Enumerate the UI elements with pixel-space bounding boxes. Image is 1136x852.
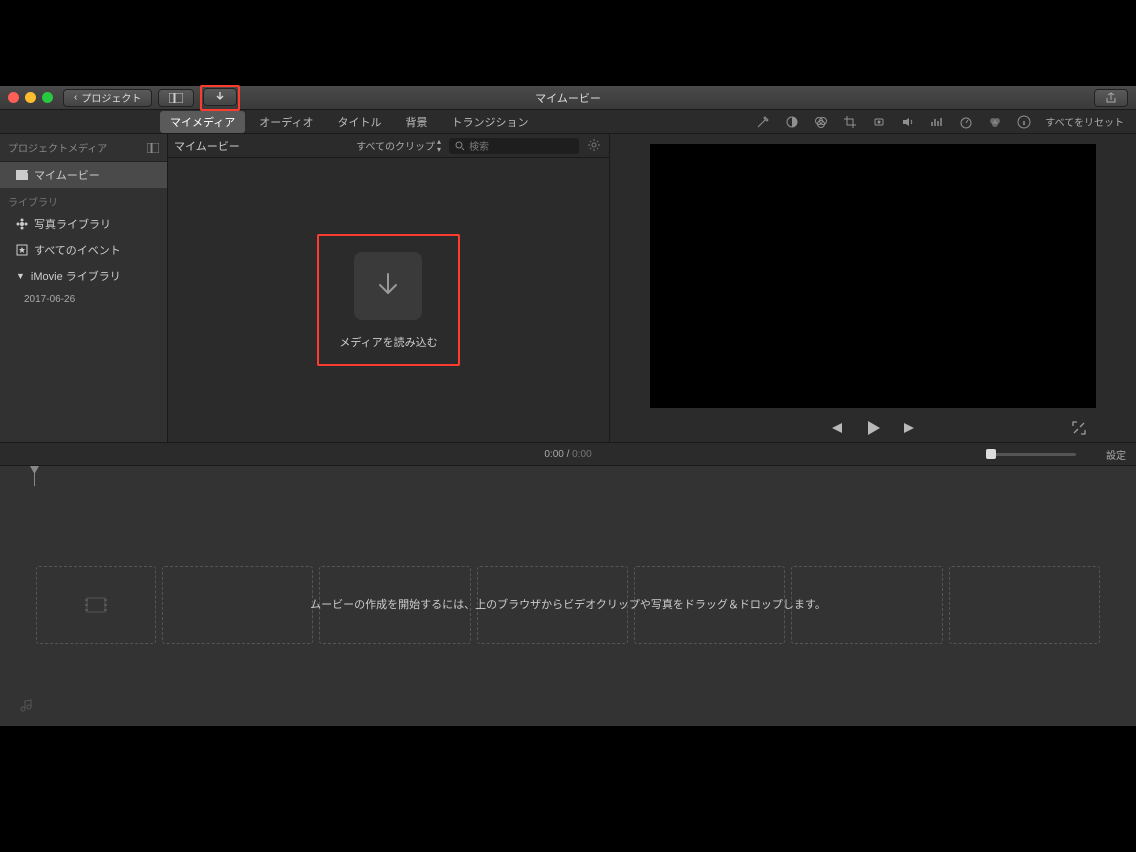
current-time: 0:00	[544, 449, 563, 460]
sidebar-library-section: ライブラリ	[0, 188, 167, 211]
disclosure-triangle-icon: ▼	[16, 271, 25, 281]
window-title: マイムービー	[535, 90, 601, 106]
sidebar-item-event-date[interactable]: 2017-06-26	[0, 289, 167, 310]
clip-filter-label: すべてのクリップ	[356, 138, 435, 153]
main-area: プロジェクトメディア マイムービー ライブラリ 写真ライブラリ すべてのイベント…	[0, 134, 1136, 442]
sidebar-header-label: プロジェクトメディア	[8, 140, 107, 155]
star-icon	[16, 244, 28, 256]
projects-label: プロジェクト	[81, 90, 141, 105]
clapperboard-icon	[16, 170, 28, 180]
info-icon[interactable]	[1016, 114, 1031, 129]
filter-icon[interactable]	[987, 114, 1002, 129]
enhance-icon[interactable]	[755, 114, 770, 129]
import-media-button[interactable]	[354, 252, 422, 320]
total-time: 0:00	[572, 449, 591, 460]
import-media-label: メディアを読み込む	[339, 334, 437, 350]
tab-my-media[interactable]: マイメディア	[160, 111, 245, 133]
tab-backgrounds[interactable]: 背景	[395, 111, 437, 133]
browser-body: メディアを読み込む	[168, 158, 609, 442]
time-display: 0:00 / 0:00	[544, 449, 591, 460]
import-button[interactable]	[203, 88, 237, 106]
media-tabs: マイメディア オーディオ タイトル 背景 トランジション	[0, 111, 538, 133]
tab-audio[interactable]: オーディオ	[249, 111, 323, 133]
search-input[interactable]: 検索	[449, 138, 579, 154]
gear-icon	[587, 138, 601, 152]
sidebar-item-project[interactable]: マイムービー	[0, 162, 167, 188]
viewer	[610, 134, 1136, 442]
search-placeholder: 検索	[469, 138, 489, 153]
color-balance-icon[interactable]	[784, 114, 799, 129]
color-correction-icon[interactable]	[813, 114, 828, 129]
sidebar-header: プロジェクトメディア	[0, 134, 167, 162]
download-arrow-icon	[371, 269, 405, 303]
chevron-updown-icon: ▴▾	[437, 138, 441, 154]
equalizer-icon[interactable]	[929, 114, 944, 129]
browser-title: マイムービー	[174, 138, 240, 154]
clip-slot	[949, 566, 1100, 644]
tabs-row: マイメディア オーディオ タイトル 背景 トランジション すべてをリセット	[0, 110, 1136, 134]
projects-button[interactable]: ‹ プロジェクト	[63, 89, 152, 107]
fullscreen-button[interactable]	[1072, 421, 1086, 435]
timeline[interactable]: ムービーの作成を開始するには、上のブラウザからビデオクリップや写真をドラッグ＆ド…	[0, 466, 1136, 726]
clip-slot	[634, 566, 785, 644]
share-button[interactable]	[1094, 89, 1128, 107]
clip-filter-dropdown[interactable]: すべてのクリップ ▴▾	[356, 138, 441, 154]
sidebar-event-date-label: 2017-06-26	[24, 294, 75, 305]
sidebar-events-label: すべてのイベント	[34, 242, 121, 258]
search-icon	[455, 141, 465, 151]
clip-slot	[162, 566, 313, 644]
sidebar-item-photos[interactable]: 写真ライブラリ	[0, 211, 167, 237]
window-controls	[8, 92, 53, 103]
viewer-controls: すべてをリセット	[538, 114, 1136, 129]
volume-icon[interactable]	[900, 114, 915, 129]
playhead[interactable]	[34, 466, 35, 486]
import-button-highlight	[200, 85, 240, 111]
tab-titles[interactable]: タイトル	[327, 111, 391, 133]
download-arrow-icon	[214, 91, 226, 103]
clip-slot	[319, 566, 470, 644]
clip-slot-film	[36, 566, 156, 644]
zoom-slider[interactable]	[986, 453, 1076, 456]
clip-placeholder-row	[36, 566, 1100, 644]
viewer-transport	[650, 414, 1096, 442]
flower-icon	[16, 218, 28, 230]
timeline-bar: 0:00 / 0:00 設定	[0, 442, 1136, 466]
chevron-left-icon: ‹	[74, 92, 77, 103]
share-icon	[1105, 92, 1117, 104]
app-window: ‹ プロジェクト マイムービー マイメディア オーディオ タイトル 背景 トラン…	[0, 86, 1136, 726]
filmstrip-icon	[85, 596, 107, 614]
audio-track-icon	[20, 698, 34, 712]
clip-slot	[791, 566, 942, 644]
timeline-settings-button[interactable]: 設定	[1106, 447, 1126, 462]
stabilize-icon[interactable]	[871, 114, 886, 129]
next-button[interactable]	[902, 421, 918, 435]
sidebar-item-all-events[interactable]: すべてのイベント	[0, 237, 167, 263]
toolbar: ‹ プロジェクト マイムービー	[0, 86, 1136, 110]
viewer-canvas	[650, 144, 1096, 408]
sidebar-item-imovie-library[interactable]: ▼ iMovie ライブラリ	[0, 263, 167, 289]
browser-settings-button[interactable]	[587, 138, 603, 154]
prev-button[interactable]	[828, 421, 844, 435]
layout-button[interactable]	[158, 89, 194, 107]
clip-slot	[477, 566, 628, 644]
tab-transitions[interactable]: トランジション	[441, 111, 538, 133]
sidebar-project-label: マイムービー	[34, 167, 100, 183]
sidebar-toggle-icon[interactable]	[147, 143, 159, 153]
sidebar: プロジェクトメディア マイムービー ライブラリ 写真ライブラリ すべてのイベント…	[0, 134, 168, 442]
speed-icon[interactable]	[958, 114, 973, 129]
maximize-button[interactable]	[42, 92, 53, 103]
media-browser: マイムービー すべてのクリップ ▴▾ 検索	[168, 134, 610, 442]
sidebar-photos-label: 写真ライブラリ	[34, 216, 111, 232]
close-button[interactable]	[8, 92, 19, 103]
crop-icon[interactable]	[842, 114, 857, 129]
browser-header: マイムービー すべてのクリップ ▴▾ 検索	[168, 134, 609, 158]
reset-all-button[interactable]: すべてをリセット	[1045, 114, 1124, 129]
minimize-button[interactable]	[25, 92, 36, 103]
play-button[interactable]	[864, 419, 882, 437]
sidebar-library-label: iMovie ライブラリ	[31, 268, 121, 284]
import-media-highlight: メディアを読み込む	[317, 234, 459, 366]
